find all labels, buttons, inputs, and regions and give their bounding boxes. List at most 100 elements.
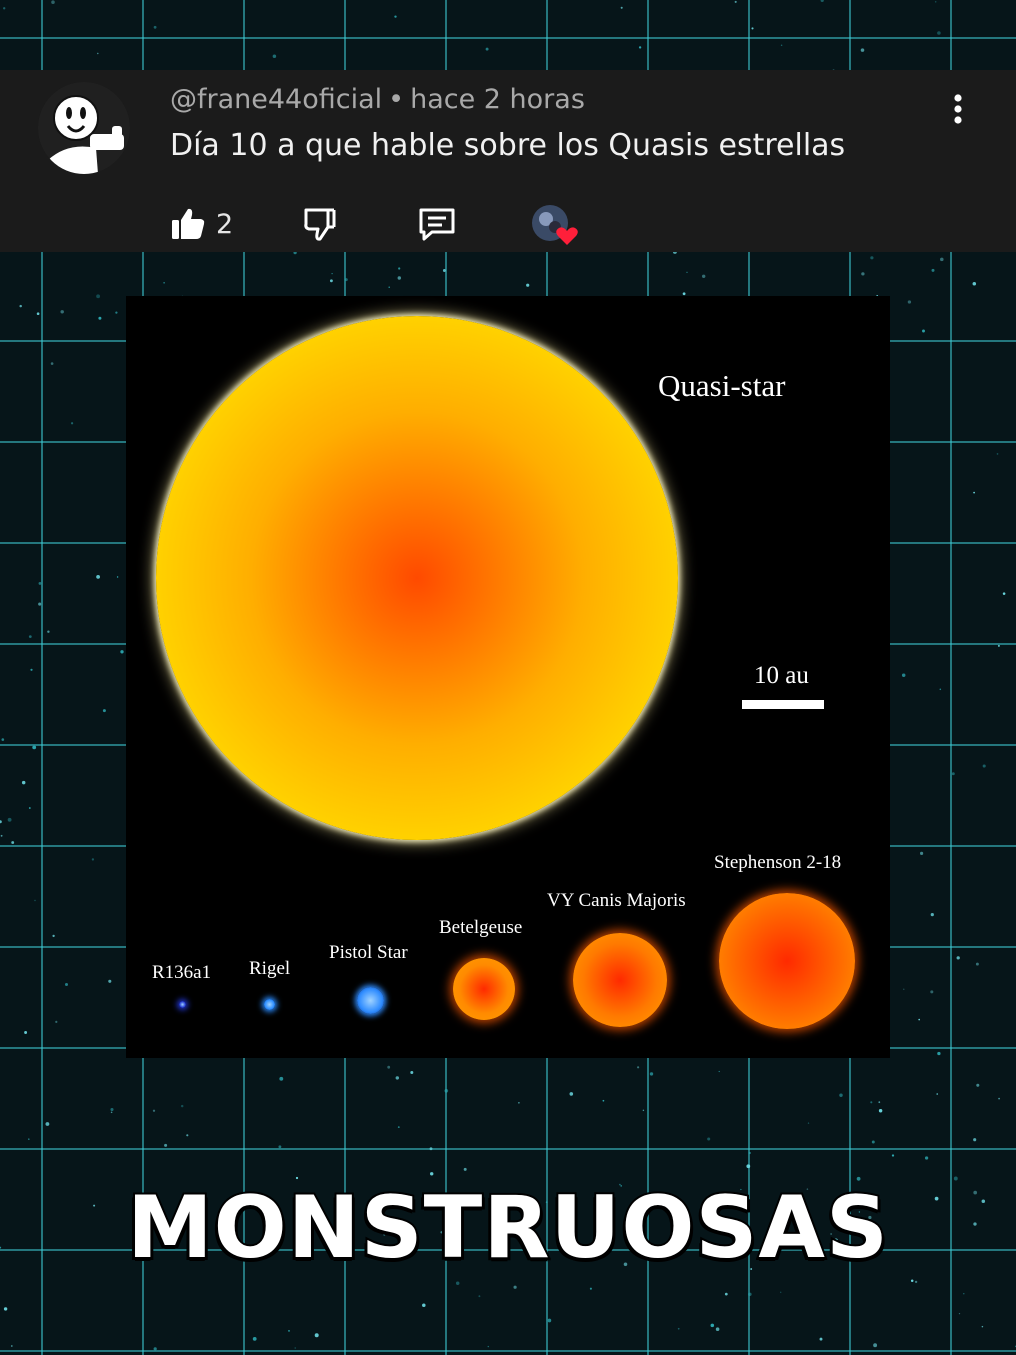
starfield-dot xyxy=(589,1287,592,1290)
like-button[interactable] xyxy=(170,205,206,245)
starfield-dot xyxy=(98,316,102,320)
starfield-dot xyxy=(422,1303,426,1307)
starfield-dot xyxy=(252,1337,257,1341)
starfield-dot xyxy=(455,1281,460,1285)
starfield-dot xyxy=(642,1109,645,1112)
starfield-dot xyxy=(820,0,824,3)
starfield-dot xyxy=(3,1307,8,1311)
starfield-dot xyxy=(47,630,50,633)
starfield-dot xyxy=(807,1122,810,1124)
starfield-dot xyxy=(518,1101,520,1104)
starfield-dot xyxy=(924,1156,929,1160)
starfield-dot xyxy=(819,1337,823,1341)
starfield-dot xyxy=(569,1092,574,1096)
starfield-dot xyxy=(64,982,69,987)
star-label-vy-canis-majoris: VY Canis Majoris xyxy=(547,890,686,911)
more-options-button[interactable] xyxy=(944,92,972,128)
starfield-dot xyxy=(907,300,912,304)
starfield-dot xyxy=(0,834,3,837)
starfield-dot xyxy=(878,1109,883,1113)
starfield-dot xyxy=(982,764,986,768)
starfield-dot xyxy=(70,422,74,425)
dislike-button[interactable] xyxy=(302,205,338,247)
starfield-dot xyxy=(186,1134,189,1137)
comment-time: hace 2 horas xyxy=(410,84,585,115)
starfield-dot xyxy=(96,574,101,579)
starfield-dot xyxy=(11,841,15,844)
starfield-dot xyxy=(751,27,754,30)
star-disc-pistol-star xyxy=(357,987,384,1014)
starfield-dot xyxy=(314,1333,319,1338)
starfield-dot xyxy=(973,1138,977,1142)
starfield-dot xyxy=(51,0,55,4)
starfield-dot xyxy=(38,581,42,585)
starfield-dot xyxy=(922,329,925,333)
starfield-dot xyxy=(108,979,112,983)
starfield-dot xyxy=(748,1151,751,1155)
starfield-dot xyxy=(463,1167,467,1171)
star-label-rigel: Rigel xyxy=(249,958,291,979)
comment-text: Día 10 a que hable sobre los Quasis estr… xyxy=(170,128,846,163)
starfield-dot xyxy=(638,46,642,49)
starfield-dot xyxy=(429,1172,434,1176)
starfield-dot xyxy=(153,1347,157,1351)
starfield-dot xyxy=(682,292,686,296)
starfield-dot xyxy=(998,1097,1000,1100)
comment-username[interactable]: @frane44oficial xyxy=(170,84,382,115)
starfield-dot xyxy=(891,1154,895,1157)
starfield-dot xyxy=(920,851,924,855)
starfield-dot xyxy=(163,282,165,284)
starfield-dot xyxy=(958,1312,961,1315)
starfield-dot xyxy=(28,807,31,809)
starfield-dot xyxy=(329,279,333,283)
starfield-dot xyxy=(10,1345,13,1347)
starfield-dot xyxy=(996,453,999,455)
star-label-stephenson-2-18: Stephenson 2-18 xyxy=(714,852,842,873)
starfield-dot xyxy=(930,990,934,994)
starfield-dot xyxy=(102,709,106,713)
starfield-dot xyxy=(272,54,277,59)
starfield-dot xyxy=(397,276,402,280)
starfield-dot xyxy=(91,858,95,861)
starfield-dot xyxy=(152,1109,156,1112)
starfield-dot xyxy=(395,1076,400,1080)
starfield-dot xyxy=(1,738,5,741)
video-caption: MONSTRUOSAS xyxy=(125,1176,890,1280)
starfield-dot xyxy=(32,745,37,750)
starfield-dot xyxy=(398,267,401,270)
star-label-pistol-star: Pistol Star xyxy=(329,942,408,963)
starfield-dot xyxy=(288,1330,290,1332)
starfield-dot xyxy=(976,1083,980,1087)
comment-icon xyxy=(419,208,455,241)
starfield-dot xyxy=(30,668,33,671)
starfield-dot xyxy=(478,1295,481,1298)
starfield-dot xyxy=(934,1,937,3)
starfield-dot xyxy=(28,635,32,638)
starfield-dot xyxy=(930,912,934,917)
starfield-dot xyxy=(410,1071,414,1074)
quasi-star-label: Quasi-star xyxy=(658,368,786,403)
starfield-dot xyxy=(937,31,941,35)
starfield-dot xyxy=(871,1140,875,1144)
starfield-dot xyxy=(951,772,955,776)
star-disc-rigel xyxy=(264,999,275,1010)
starfield-dot xyxy=(975,962,979,966)
star-disc-stephenson-2-18 xyxy=(719,893,855,1029)
thumbs-down-icon xyxy=(304,208,336,241)
starfield-dot xyxy=(3,7,6,10)
starfield-dot xyxy=(55,1020,58,1024)
starfield-dot xyxy=(718,1070,720,1073)
starfield-dot xyxy=(870,1101,873,1104)
starfield-dot xyxy=(513,1285,517,1289)
starfield-dot xyxy=(96,294,101,299)
reply-button[interactable] xyxy=(418,206,456,246)
starfield-dot xyxy=(442,269,446,272)
starfield-dot xyxy=(973,491,975,494)
starfield-dot xyxy=(649,1072,654,1076)
avatar[interactable] xyxy=(38,82,130,174)
starfield-dot xyxy=(873,1343,878,1348)
starfield-dot xyxy=(28,1138,30,1140)
avatar-mascot-icon xyxy=(38,82,130,174)
starfield-dot xyxy=(903,988,905,990)
quasi-star-disc xyxy=(156,316,678,840)
